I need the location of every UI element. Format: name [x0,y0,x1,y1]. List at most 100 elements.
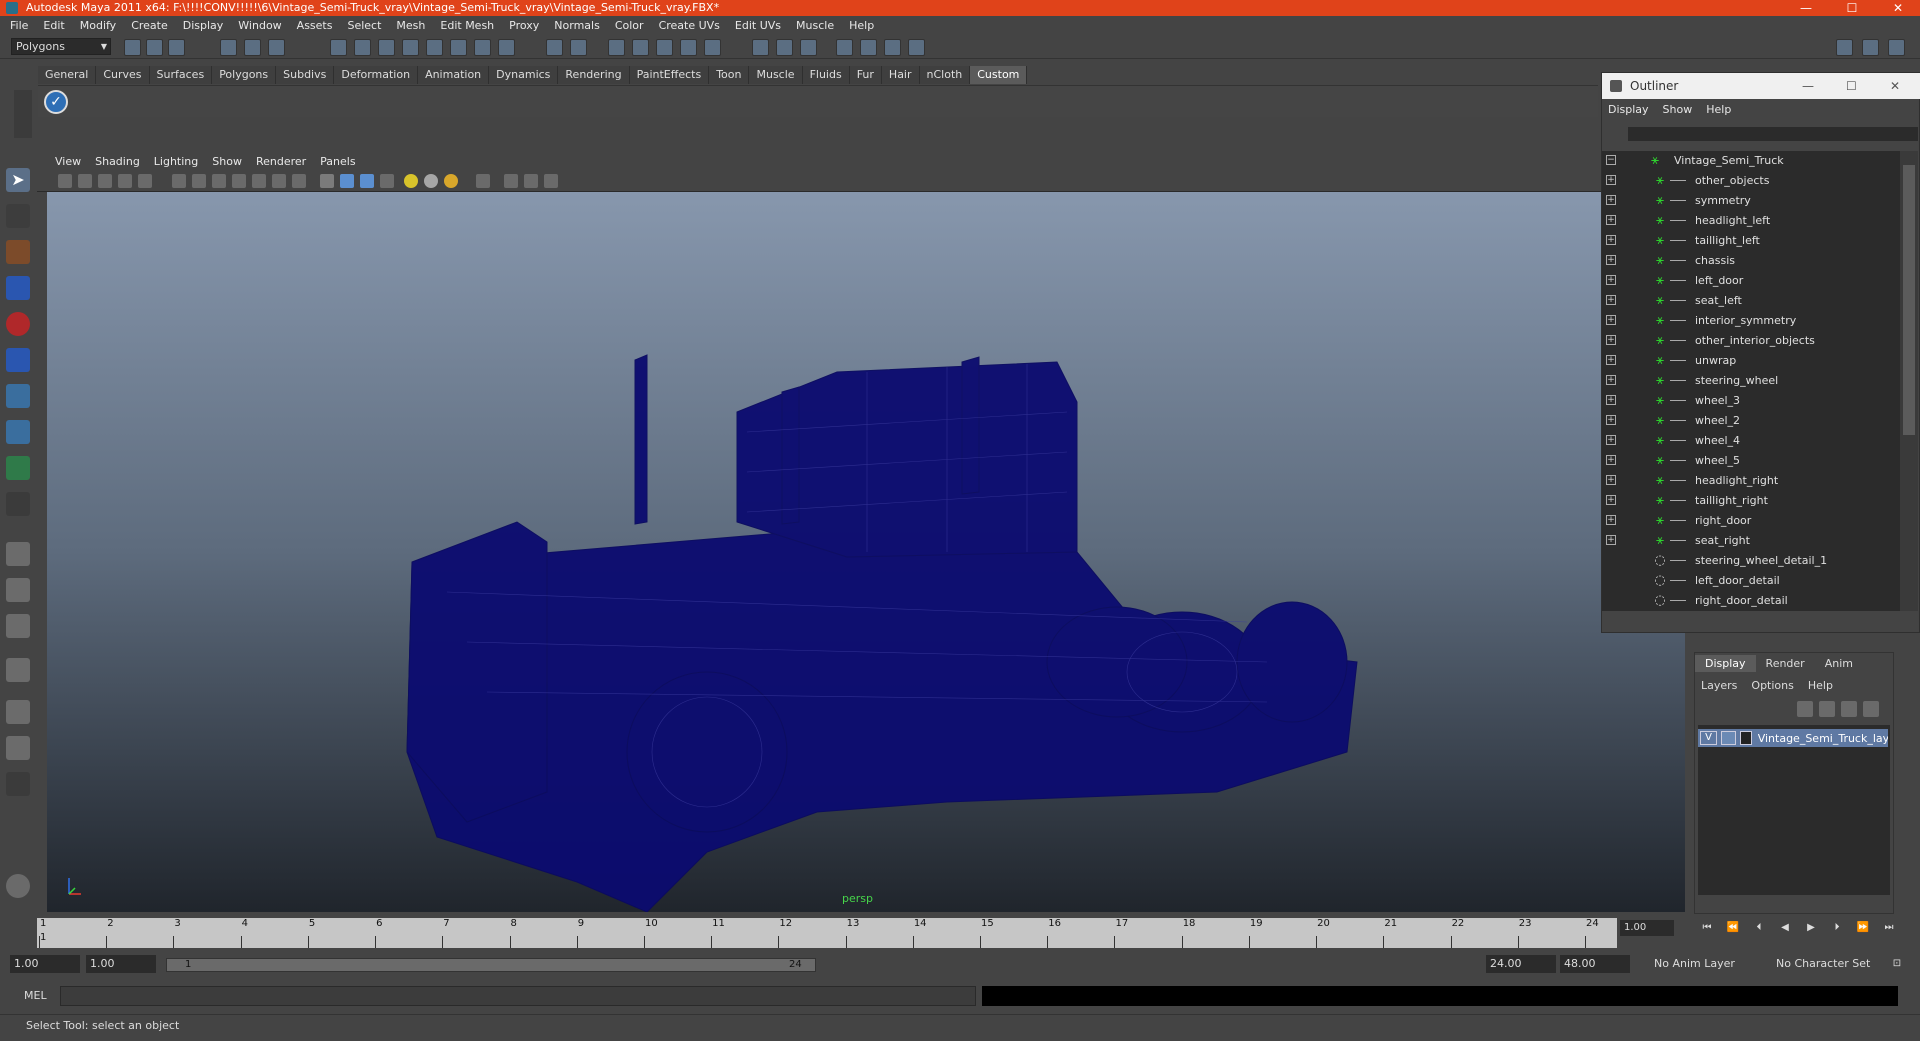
save-scene-icon[interactable] [168,39,185,56]
expand-icon[interactable]: + [1606,295,1616,305]
menu-display[interactable]: Display [183,19,224,32]
outliner-item[interactable]: ◌ right_door_detail [1602,591,1900,611]
select-component-icon[interactable] [268,39,285,56]
use-default-material-icon[interactable] [360,174,374,188]
xray-joints-icon[interactable] [340,174,354,188]
menu-edit-mesh[interactable]: Edit Mesh [440,19,494,32]
outliner-item[interactable]: + ⚹ right_door [1602,511,1900,531]
expand-icon[interactable]: + [1606,215,1616,225]
expand-icon[interactable]: + [1606,475,1616,485]
show-attribute-editor-icon[interactable] [1836,39,1853,56]
menu-modify[interactable]: Modify [80,19,116,32]
select-camera-icon[interactable] [58,174,72,188]
expand-icon[interactable]: + [1606,455,1616,465]
outliner-menu-display[interactable]: Display [1608,103,1649,116]
menu-help[interactable]: Help [849,19,874,32]
time-ruler[interactable]: 1 2 3 4 5 6 7 8 9 10 11 12 13 14 15 16 17 18 19 20 21 22 23 24 1 [37,918,1617,948]
collapse-icon[interactable]: − [1606,155,1616,165]
maximize-button[interactable]: ☐ [1832,0,1872,16]
open-scene-icon[interactable] [146,39,163,56]
outliner-item[interactable]: + ⚹ seat_left [1602,291,1900,311]
textures-icon[interactable] [380,174,394,188]
outliner-item[interactable]: + ⚹ interior_symmetry [1602,311,1900,331]
grid-icon[interactable] [138,174,152,188]
expand-icon[interactable]: + [1606,275,1616,285]
outliner-item[interactable]: + ⚹ taillight_left [1602,231,1900,251]
soft-mod-tool-icon[interactable] [6,420,30,444]
paint-select-tool-icon[interactable] [6,240,30,264]
outliner-item[interactable]: + ⚹ headlight_left [1602,211,1900,231]
outliner-item[interactable]: + ⚹ unwrap [1602,351,1900,371]
wireframe-icon[interactable] [172,174,186,188]
character-set-selector[interactable]: No Character Set [1772,955,1882,973]
quick-layout-icon[interactable] [6,874,30,898]
render-settings-icon[interactable] [656,39,673,56]
lights-icon[interactable] [252,174,266,188]
share-icon[interactable] [544,174,558,188]
expand-icon[interactable]: + [1606,495,1616,505]
expand-icon[interactable]: + [1606,415,1616,425]
outliner-item[interactable]: + ⚹ taillight_right [1602,491,1900,511]
layer-menu-options[interactable]: Options [1751,679,1793,692]
tab-hair[interactable]: Hair [881,66,920,84]
menu-edit-uvs[interactable]: Edit UVs [735,19,781,32]
outliner-minimize-button[interactable]: — [1802,73,1814,99]
hypershade-persp-layout-icon[interactable] [6,700,30,724]
snap-plane-icon[interactable] [402,39,419,56]
start-time-field[interactable]: 1.00 [10,955,80,973]
tab-ncloth[interactable]: nCloth [919,66,971,84]
layer-tab-display[interactable]: Display [1695,655,1756,672]
layer-tab-render[interactable]: Render [1756,655,1815,672]
all-lights-icon[interactable] [424,174,438,188]
menu-edit[interactable]: Edit [43,19,64,32]
outliner-item[interactable]: + ⚹ left_door [1602,271,1900,291]
expand-icon[interactable]: + [1606,435,1616,445]
menu-create-uvs[interactable]: Create UVs [659,19,720,32]
tab-painteffects[interactable]: PaintEffects [629,66,710,84]
menu-set-selector[interactable]: Polygons ▼ [11,38,111,55]
snap-curve-icon[interactable] [354,39,371,56]
isolate-icon[interactable] [292,174,306,188]
expand-icon[interactable]: + [1606,335,1616,345]
expand-icon[interactable]: + [1606,315,1616,325]
close-button[interactable]: ✕ [1878,0,1918,16]
layer-visibility-toggle[interactable]: V [1700,731,1718,745]
panel-menu-lighting[interactable]: Lighting [154,155,198,168]
step-back-frame-icon[interactable]: ⏴ [1750,920,1768,936]
outliner-item[interactable]: + ⚹ symmetry [1602,191,1900,211]
lock-icon[interactable] [546,39,563,56]
tab-fur[interactable]: Fur [849,66,882,84]
layer-row[interactable]: V Vintage_Semi_Truck_laye [1698,729,1888,747]
expand-icon[interactable]: + [1606,535,1616,545]
layer-type-toggle[interactable] [1721,731,1737,745]
tab-fluids[interactable]: Fluids [802,66,850,84]
outliner-item[interactable]: + ⚹ seat_right [1602,531,1900,551]
select-hierarchy-icon[interactable] [220,39,237,56]
current-time-field[interactable]: 1.00 [1620,920,1674,936]
live-surface-icon[interactable] [426,39,443,56]
step-forward-frame-icon[interactable]: ⏵ [1828,920,1846,936]
tab-custom[interactable]: Custom [970,66,1028,84]
tab-toon[interactable]: Toon [709,66,750,84]
auto-key-icon[interactable]: ⊡ [1888,956,1906,972]
menu-muscle[interactable]: Muscle [796,19,834,32]
isolate-select-icon[interactable] [476,174,490,188]
expand-icon[interactable]: + [1606,375,1616,385]
expand-icon[interactable]: + [1606,355,1616,365]
outliner-item[interactable]: + ⚹ wheel_4 [1602,431,1900,451]
camera-attributes-icon[interactable] [78,174,92,188]
rotate-tool-icon[interactable] [6,312,30,336]
default-light-icon[interactable] [404,174,418,188]
outliner-close-button[interactable]: ✕ [1890,73,1900,99]
panel-menu-panels[interactable]: Panels [320,155,355,168]
outliner-item[interactable]: + ⚹ steering_wheel [1602,371,1900,391]
outliner-item[interactable]: + ⚹ headlight_right [1602,471,1900,491]
panel-menu-shading[interactable]: Shading [95,155,140,168]
go-to-start-icon[interactable]: ⏮ [1698,920,1716,936]
expand-icon[interactable]: + [1606,515,1616,525]
outliner-item[interactable]: ◌ steering_wheel_detail_1 [1602,551,1900,571]
tool-settings-icon[interactable] [776,39,793,56]
range-slider[interactable]: 1 24 [166,958,816,972]
scale-tool-icon[interactable] [6,348,30,372]
outliner-item[interactable]: + ⚹ other_interior_objects [1602,331,1900,351]
